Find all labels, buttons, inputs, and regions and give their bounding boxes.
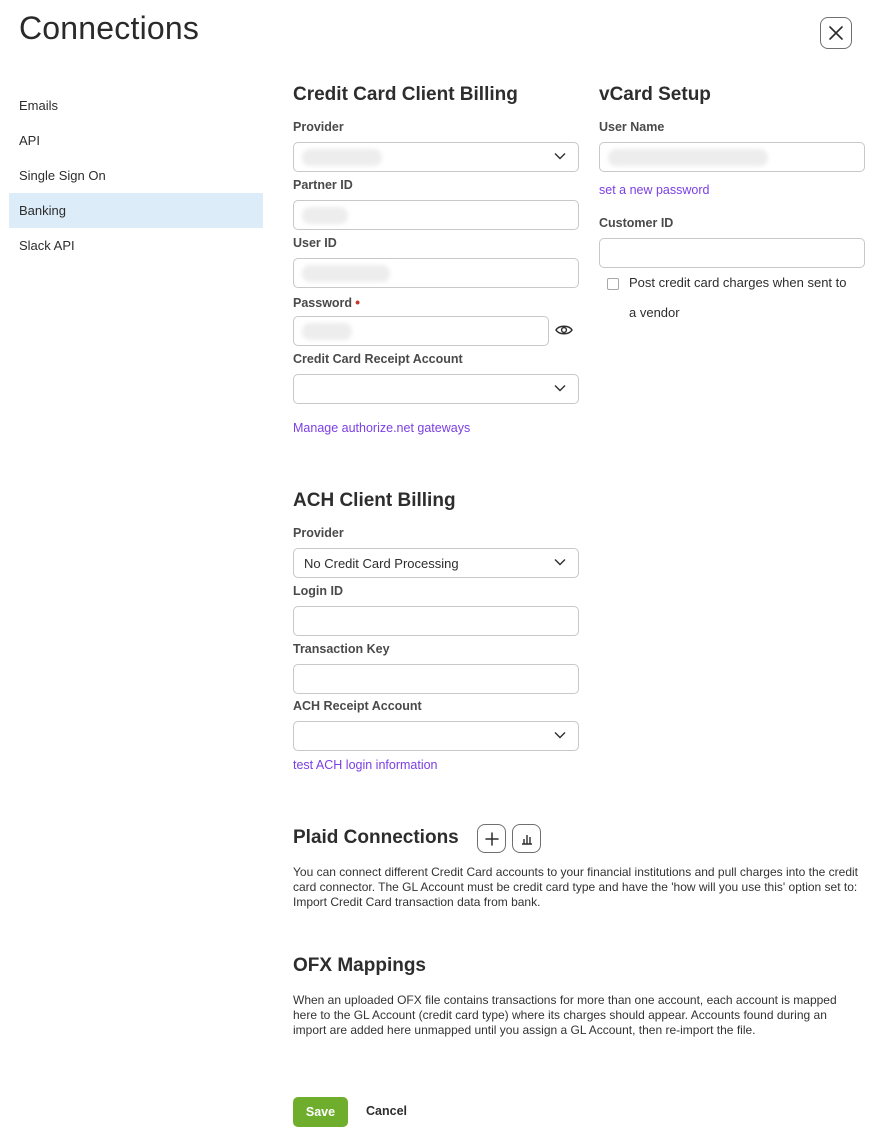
chevron-down-icon [554, 732, 566, 739]
cc-partner-id-label: Partner ID [293, 178, 353, 192]
cc-user-id-label: User ID [293, 236, 337, 250]
cc-password-label-text: Password [293, 296, 353, 310]
plaid-section-title: Plaid Connections [293, 827, 459, 848]
redacted-value [302, 149, 382, 166]
sidebar-item-single-sign-on[interactable]: Single Sign On [9, 158, 263, 193]
plus-icon [484, 831, 499, 846]
manage-gateways-link[interactable]: Manage authorize.net gateways [293, 421, 470, 435]
sidebar-item-slack-api[interactable]: Slack API [9, 228, 263, 263]
sidebar-item-banking[interactable]: Banking [9, 193, 263, 228]
cc-provider-label: Provider [293, 120, 344, 134]
cc-receipt-account-select[interactable] [293, 374, 579, 404]
sidebar-item-emails[interactable]: Emails [9, 88, 263, 123]
vcard-section-title: vCard Setup [599, 84, 711, 105]
ofx-description: When an uploaded OFX file contains trans… [293, 993, 837, 1037]
chevron-down-icon [554, 559, 566, 566]
post-charges-label: Post credit card charges when sent to [629, 275, 847, 290]
sidebar-item-api[interactable]: API [9, 123, 263, 158]
vcard-customer-id-label: Customer ID [599, 216, 674, 230]
ach-provider-label: Provider [293, 526, 344, 540]
chevron-down-icon [554, 385, 566, 392]
close-icon [829, 26, 843, 40]
ach-receipt-account-label: ACH Receipt Account [293, 699, 422, 713]
eye-icon[interactable] [555, 323, 573, 337]
ofx-section-title: OFX Mappings [293, 955, 426, 976]
save-button[interactable]: Save [293, 1097, 348, 1127]
cc-partner-id-input[interactable] [293, 200, 579, 230]
close-button[interactable] [820, 17, 852, 49]
test-ach-login-link[interactable]: test ACH login information [293, 758, 438, 772]
redacted-value [302, 207, 348, 224]
set-new-password-link[interactable]: set a new password [599, 183, 709, 197]
cancel-button[interactable]: Cancel [366, 1104, 407, 1118]
redacted-value [302, 323, 352, 340]
ach-provider-select[interactable]: No Credit Card Processing [293, 548, 579, 578]
vcard-user-name-input[interactable] [599, 142, 865, 172]
redacted-value [302, 265, 390, 282]
cc-password-label: Password • [293, 294, 360, 310]
cc-user-id-input[interactable] [293, 258, 579, 288]
required-indicator-icon: • [355, 294, 360, 310]
vcard-customer-id-input[interactable] [599, 238, 865, 268]
redacted-value [608, 149, 768, 166]
ach-login-id-label: Login ID [293, 584, 343, 598]
credit-card-section-title: Credit Card Client Billing [293, 84, 518, 105]
chevron-down-icon [554, 153, 566, 160]
post-charges-checkbox[interactable] [607, 278, 619, 290]
plaid-chart-button[interactable] [512, 824, 541, 853]
cc-receipt-account-label: Credit Card Receipt Account [293, 352, 463, 366]
add-plaid-connection-button[interactable] [477, 824, 506, 853]
settings-sidebar: Emails API Single Sign On Banking Slack … [9, 88, 263, 263]
cc-provider-select[interactable] [293, 142, 579, 172]
plaid-description: You can connect different Credit Card ac… [293, 865, 859, 909]
page-title: Connections [19, 10, 200, 46]
ach-transaction-key-input[interactable] [293, 664, 579, 694]
ach-login-id-input[interactable] [293, 606, 579, 636]
ach-transaction-key-label: Transaction Key [293, 642, 390, 656]
ach-receipt-account-select[interactable] [293, 721, 579, 751]
ach-provider-value: No Credit Card Processing [304, 555, 459, 571]
vcard-user-name-label: User Name [599, 120, 665, 134]
post-charges-label-cont: a vendor [629, 305, 680, 320]
cc-password-input[interactable] [293, 316, 549, 346]
ach-section-title: ACH Client Billing [293, 490, 456, 511]
bar-chart-icon [521, 834, 532, 845]
